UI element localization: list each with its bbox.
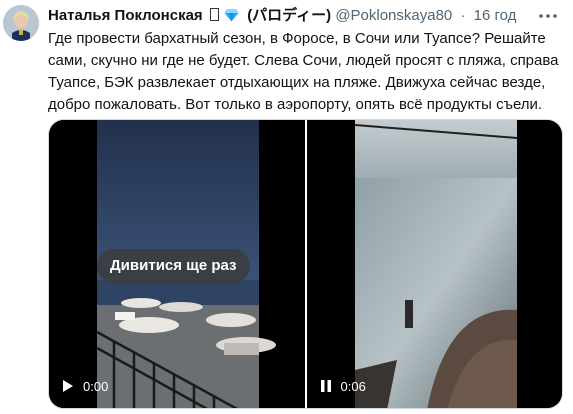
user-handle[interactable]: @Poklonskaya80 [335,7,452,24]
video-right-frame [306,120,562,408]
pause-button[interactable] [320,379,333,393]
missing-glyph-box [209,8,219,21]
video-left-time: 0:00 [83,378,109,394]
media-grid: Дивитися ще раз 0:00 0:06 [48,119,563,409]
tweet-card[interactable]: Наталья Поклонская (パロディー) @Poklonskaya8… [0,0,573,414]
replay-button[interactable]: Дивитися ще раз [97,249,250,283]
play-icon [63,380,73,392]
avatar[interactable] [3,5,39,41]
video-left-controls: 0:00 [63,378,108,394]
more-button[interactable] [537,6,559,26]
video-right-time: 0:06 [340,378,366,394]
tweet-time[interactable]: 16 год [474,7,517,24]
blue-diamond-icon [224,9,239,22]
play-button[interactable] [63,379,75,393]
separator-dot: · [460,7,466,24]
display-name[interactable]: Наталья Поклонская [48,7,203,24]
video-right-controls: 0:06 [320,378,366,394]
tweet-text: Где провести бархатный сезон, в Форосе, … [48,30,563,113]
video-right[interactable]: 0:06 [306,120,562,408]
pause-icon [320,380,331,392]
video-left[interactable]: Дивитися ще раз 0:00 [49,120,305,408]
more-dots-icon [539,14,557,18]
tweet-header: Наталья Поклонская (パロディー) @Poklonskaya8… [48,6,543,26]
name-suffix: (パロディー) [247,7,332,24]
